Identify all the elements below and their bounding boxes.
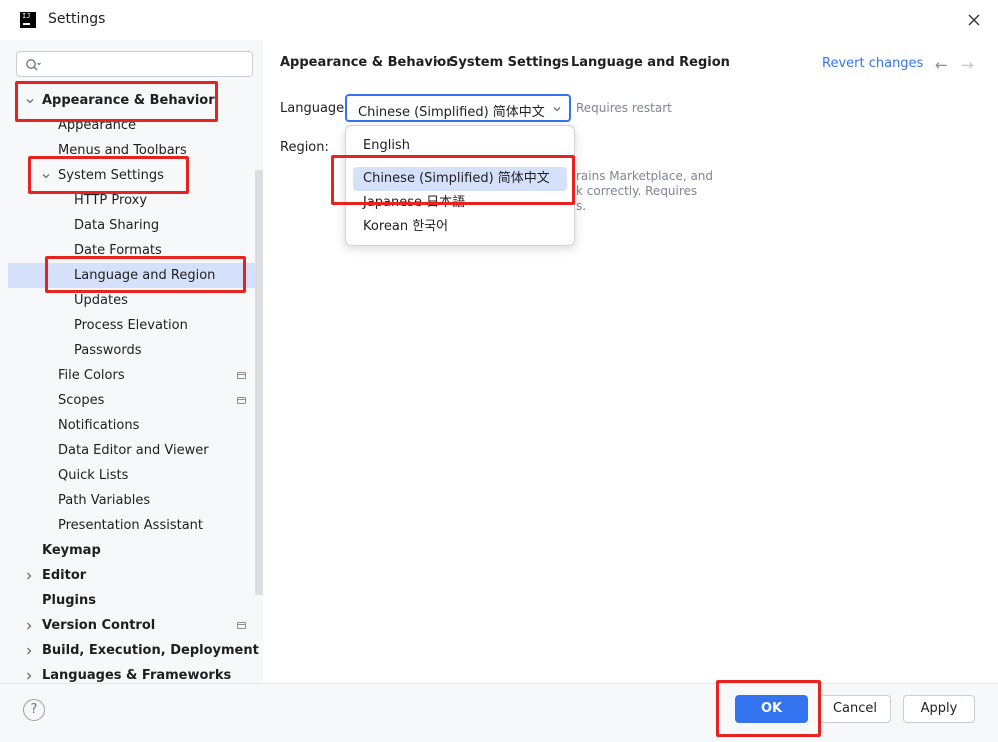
sidebar-item-system-settings[interactable]: System Settings [58, 163, 164, 188]
sidebar-item-updates[interactable]: Updates [74, 288, 128, 313]
breadcrumb-system-settings[interactable]: System Settings [449, 55, 569, 70]
sidebar-item-version-control[interactable]: Version Control [42, 613, 155, 638]
chevron-down-icon[interactable] [40, 170, 52, 182]
sidebar-item-keymap[interactable]: Keymap [42, 538, 101, 563]
sidebar-scrollbar[interactable] [255, 170, 263, 595]
sidebar-item-passwords[interactable]: Passwords [74, 338, 142, 363]
sidebar-item-path-variables[interactable]: Path Variables [58, 488, 150, 513]
sidebar-item-scopes[interactable]: Scopes [58, 388, 104, 413]
sidebar-item-menus-toolbars[interactable]: Menus and Toolbars [58, 138, 187, 163]
sidebar-item-http-proxy[interactable]: HTTP Proxy [74, 188, 147, 213]
breadcrumb-separator: › [434, 54, 440, 69]
sidebar-item-data-editor[interactable]: Data Editor and Viewer [58, 438, 209, 463]
sidebar-item-appearance[interactable]: Appearance [58, 113, 136, 138]
language-option-chinese[interactable]: Chinese (Simplified) 简体中文 [353, 167, 567, 191]
chevron-down-icon[interactable] [24, 95, 36, 107]
close-icon[interactable] [962, 8, 986, 32]
sidebar-item-data-sharing[interactable]: Data Sharing [74, 213, 159, 238]
window-title: Settings [48, 11, 106, 27]
sidebar-item-presentation-assistant[interactable]: Presentation Assistant [58, 513, 203, 538]
language-dropdown-popup: English Chinese (Simplified) 简体中文 Japane… [345, 125, 575, 246]
dialog-footer: ? OK Cancel Apply [0, 683, 998, 742]
sidebar-item-process-elevation[interactable]: Process Elevation [74, 313, 188, 338]
project-level-icon [237, 397, 246, 404]
settings-content: Appearance & Behavior › System Settings … [263, 40, 998, 683]
intellij-app-icon [20, 12, 36, 28]
language-option-japanese[interactable]: Japanese 日本語 [353, 191, 567, 215]
sidebar-item-language-region[interactable]: Language and Region [74, 263, 215, 288]
language-combobox[interactable]: Chinese (Simplified) 简体中文 [345, 94, 571, 122]
sidebar-item-plugins[interactable]: Plugins [42, 588, 96, 613]
chevron-right-icon[interactable] [23, 570, 35, 582]
help-icon[interactable]: ? [23, 699, 45, 721]
search-icon [26, 59, 41, 71]
region-description: rains Marketplace, and k correctly. Requ… [576, 169, 726, 214]
revert-changes-link[interactable]: Revert changes [822, 56, 923, 71]
sidebar-item-notifications[interactable]: Notifications [58, 413, 139, 438]
sidebar-item-date-formats[interactable]: Date Formats [74, 238, 162, 263]
sidebar-item-file-colors[interactable]: File Colors [58, 363, 125, 388]
region-label: Region: [280, 140, 329, 155]
language-value: Chinese (Simplified) 简体中文 [358, 105, 545, 120]
settings-sidebar: Appearance & Behavior Appearance Menus a… [0, 40, 263, 683]
ok-button[interactable]: OK [735, 695, 808, 723]
chevron-right-icon[interactable] [23, 645, 35, 657]
breadcrumb-separator: › [557, 54, 563, 69]
requires-restart-hint: Requires restart [576, 101, 672, 115]
sidebar-item-editor[interactable]: Editor [42, 563, 86, 588]
cancel-button[interactable]: Cancel [819, 695, 891, 723]
chevron-down-icon [553, 107, 561, 112]
forward-arrow-icon[interactable]: → [961, 56, 974, 74]
language-option-english[interactable]: English [353, 134, 567, 158]
back-arrow-icon[interactable]: ← [935, 56, 948, 74]
breadcrumb-appearance-behavior[interactable]: Appearance & Behavior [280, 55, 453, 70]
sidebar-item-quick-lists[interactable]: Quick Lists [58, 463, 128, 488]
apply-button[interactable]: Apply [903, 695, 975, 723]
title-bar: Settings [0, 0, 998, 40]
sidebar-item-appearance-behavior[interactable]: Appearance & Behavior [42, 88, 215, 113]
search-input[interactable] [16, 51, 253, 77]
region-desc-line: k correctly. Requires [576, 184, 698, 198]
chevron-right-icon[interactable] [23, 670, 35, 682]
breadcrumb-language-region: Language and Region [571, 55, 730, 70]
region-desc-line: rains Marketplace, and [576, 169, 714, 183]
chevron-right-icon[interactable] [23, 620, 35, 632]
project-level-icon [237, 372, 246, 379]
language-option-korean[interactable]: Korean 한국어 [353, 215, 567, 239]
sidebar-item-build-execution[interactable]: Build, Execution, Deployment [42, 638, 259, 663]
project-level-icon [237, 622, 246, 629]
language-label: Language: [280, 101, 349, 116]
region-desc-line: s. [576, 199, 587, 213]
